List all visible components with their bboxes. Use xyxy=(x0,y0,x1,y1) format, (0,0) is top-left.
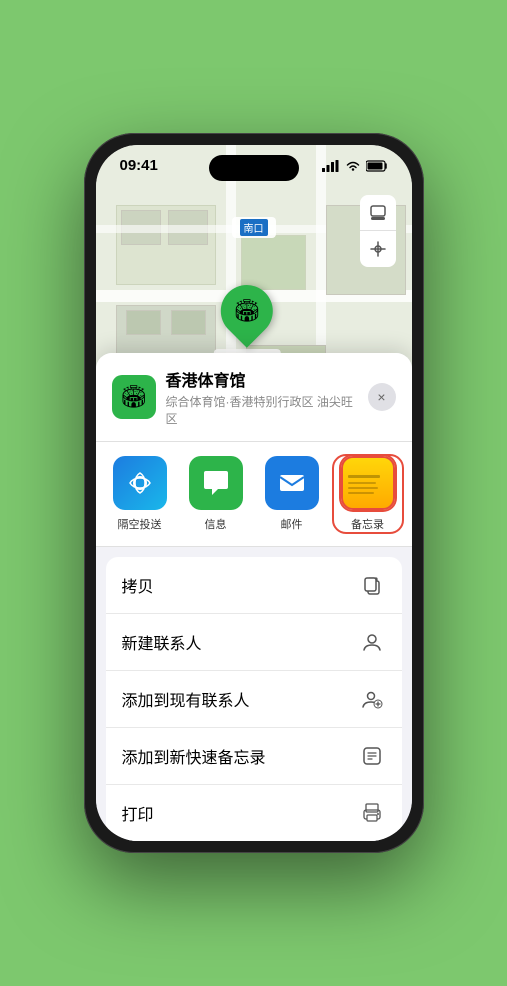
app-item-messages[interactable]: 信息 xyxy=(182,456,250,532)
quick-note-icon xyxy=(358,742,386,770)
status-icons xyxy=(322,160,388,172)
mail-icon xyxy=(265,456,319,510)
status-time: 09:41 xyxy=(120,157,158,174)
venue-name: 香港体育馆 xyxy=(166,367,358,391)
dynamic-island xyxy=(209,155,299,181)
airdrop-label: 隔空投送 xyxy=(118,516,162,532)
new-contact-label: 新建联系人 xyxy=(122,630,202,654)
mail-label: 邮件 xyxy=(281,516,303,532)
notes-label: 备忘录 xyxy=(351,516,384,532)
map-location-button[interactable] xyxy=(360,231,396,267)
print-label: 打印 xyxy=(122,801,154,825)
bottom-sheet: 🏟 香港体育馆 综合体育馆·香港特别行政区 油尖旺区 × xyxy=(96,353,412,841)
action-add-contact[interactable]: 添加到现有联系人 xyxy=(106,671,402,728)
notes-icon xyxy=(341,456,395,510)
pin-icon: 🏟 xyxy=(233,298,261,324)
messages-icon xyxy=(189,456,243,510)
print-icon xyxy=(358,799,386,827)
battery-icon xyxy=(366,160,388,172)
copy-label: 拷贝 xyxy=(122,573,154,597)
add-contact-label: 添加到现有联系人 xyxy=(122,687,250,711)
app-item-more[interactable]: 更多 xyxy=(410,456,412,532)
copy-icon xyxy=(358,571,386,599)
map-controls xyxy=(360,195,396,267)
apps-row: 隔空投送 信息 xyxy=(96,442,412,547)
add-contact-icon xyxy=(358,685,386,713)
close-button[interactable]: × xyxy=(368,383,396,411)
new-contact-icon xyxy=(358,628,386,656)
quick-note-label: 添加到新快速备忘录 xyxy=(122,744,266,768)
venue-header: 🏟 香港体育馆 综合体育馆·香港特别行政区 油尖旺区 × xyxy=(96,353,412,442)
map-layers-button[interactable] xyxy=(360,195,396,231)
venue-subtitle: 综合体育馆·香港特别行政区 油尖旺区 xyxy=(166,393,358,427)
venue-info: 香港体育馆 综合体育馆·香港特别行政区 油尖旺区 xyxy=(166,367,358,427)
wifi-icon xyxy=(345,160,361,172)
map-north-label: 南口 xyxy=(232,217,276,238)
action-new-contact[interactable]: 新建联系人 xyxy=(106,614,402,671)
signal-icon xyxy=(322,160,340,172)
venue-icon: 🏟 xyxy=(112,375,156,419)
app-item-mail[interactable]: 邮件 xyxy=(258,456,326,532)
action-quick-note[interactable]: 添加到新快速备忘录 xyxy=(106,728,402,785)
app-item-airdrop[interactable]: 隔空投送 xyxy=(106,456,174,532)
phone-frame: 09:41 xyxy=(84,133,424,853)
action-print[interactable]: 打印 xyxy=(106,785,402,841)
phone-screen: 09:41 xyxy=(96,145,412,841)
messages-label: 信息 xyxy=(205,516,227,532)
action-list: 拷贝 新建联系人 xyxy=(106,557,402,841)
airdrop-icon xyxy=(113,456,167,510)
action-copy[interactable]: 拷贝 xyxy=(106,557,402,614)
app-item-notes[interactable]: 备忘录 xyxy=(334,456,402,532)
